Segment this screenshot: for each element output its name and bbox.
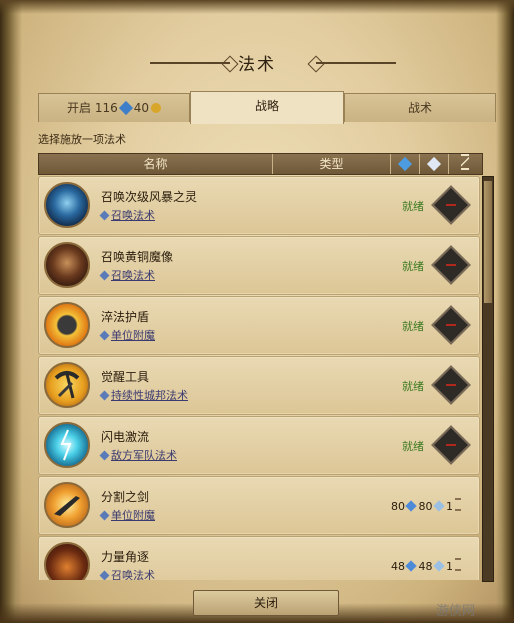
type-icon	[99, 270, 110, 281]
cast-x-icon	[443, 257, 459, 273]
close-button[interactable]: 关闭	[193, 590, 339, 616]
spell-row[interactable]: 觉醒工具 持续性城邦法术 就绪	[38, 356, 480, 415]
spell-name: 力量角逐	[101, 550, 150, 564]
dialog-header: 法术	[0, 40, 514, 84]
cast-x-icon	[443, 197, 459, 213]
list-scrollbar[interactable]	[482, 176, 494, 582]
spell-shield-icon	[44, 302, 90, 348]
type-icon	[99, 210, 110, 221]
watermark: 游侠网	[436, 604, 476, 619]
upkeep-icon	[432, 560, 445, 572]
spell-name: 分割之剑	[101, 490, 150, 504]
type-icon	[99, 570, 110, 580]
tab-open[interactable]: 开启 116 40	[38, 93, 190, 122]
spell-type-link[interactable]: 单位附魔	[99, 327, 155, 343]
spell-name: 觉醒工具	[101, 370, 150, 384]
header-upkeep[interactable]	[420, 154, 449, 174]
header-name[interactable]: 名称	[39, 154, 273, 174]
spell-row[interactable]: 召唤黄铜魔像 召唤法术 就绪	[38, 236, 480, 295]
cast-button[interactable]	[431, 245, 471, 285]
spell-name: 召唤次级风暴之灵	[101, 190, 198, 204]
title-flourish-right	[316, 62, 396, 64]
spell-cost: 80 80 1	[391, 498, 461, 513]
scroll-edge-top	[0, 0, 514, 14]
sword-icon	[44, 482, 90, 528]
hourglass-icon	[455, 498, 461, 511]
tab-open-label: 开启	[66, 101, 91, 115]
spell-status: 就绪	[402, 260, 424, 273]
spell-type-link[interactable]: 召唤法术	[99, 207, 155, 223]
spell-type-link[interactable]: 召唤法术	[99, 567, 155, 580]
spell-name: 召唤黄铜魔像	[101, 250, 174, 264]
mana-cost-icon	[397, 156, 413, 172]
tab-tactics[interactable]: 战术	[344, 93, 496, 122]
spell-row[interactable]: 力量角逐 召唤法术 48 48 1	[38, 536, 480, 580]
cast-button[interactable]	[431, 185, 471, 225]
mana-cost: 80	[391, 500, 405, 513]
spell-name: 淬法护盾	[101, 310, 150, 324]
upkeep-icon	[432, 500, 445, 512]
gold-icon	[151, 103, 162, 113]
spell-row[interactable]: 淬法护盾 单位附魔 就绪	[38, 296, 480, 355]
pickaxe-hammer-icon	[44, 362, 90, 408]
spell-status: 就绪	[402, 380, 424, 393]
spell-cost: 48 48 1	[391, 558, 461, 573]
cast-button[interactable]	[431, 305, 471, 345]
spell-type-link[interactable]: 敌方军队法术	[99, 447, 177, 463]
header-type[interactable]: 类型	[273, 154, 391, 174]
strength-icon	[44, 542, 90, 580]
upkeep-cost: 80	[418, 500, 433, 513]
upkeep-icon	[426, 156, 442, 172]
cast-x-icon	[443, 317, 459, 333]
spell-list: 召唤次级风暴之灵 召唤法术 就绪 召唤黄铜魔像 召唤法术 就绪 淬法护盾 单位附…	[38, 176, 481, 580]
mana-icon	[405, 560, 417, 572]
tab-open-mana: 116	[94, 101, 118, 115]
tab-open-gold: 40	[133, 101, 150, 115]
header-duration[interactable]	[449, 154, 481, 174]
cast-button[interactable]	[431, 425, 471, 465]
lightning-icon	[44, 422, 90, 468]
spell-type-link[interactable]: 单位附魔	[99, 507, 155, 523]
upkeep-cost: 48	[418, 560, 433, 573]
spell-type-link[interactable]: 召唤法术	[99, 267, 155, 283]
hourglass-icon	[455, 558, 461, 571]
spell-status: 就绪	[402, 320, 424, 333]
tab-bar: 开启 116 40 战略 战术	[38, 91, 496, 124]
type-icon	[99, 450, 110, 461]
table-header: 名称 类型	[38, 153, 483, 175]
spell-row[interactable]: 闪电激流 敌方军队法术 就绪	[38, 416, 480, 475]
spell-dialog: 法术 开启 116 40 战略 战术 选择施放一项法术 名称 类型 召唤次级风暴之…	[0, 0, 514, 623]
storm-spirit-icon	[44, 182, 90, 228]
cast-x-icon	[443, 377, 459, 393]
scrollbar-thumb[interactable]	[484, 181, 492, 303]
hourglass-icon	[461, 154, 469, 170]
header-mana-cost[interactable]	[391, 154, 420, 174]
cast-x-icon	[443, 437, 459, 453]
spell-name: 闪电激流	[101, 430, 150, 444]
scroll-edge-left	[0, 0, 22, 623]
spell-row[interactable]: 分割之剑 单位附魔 80 80 1	[38, 476, 480, 535]
type-icon	[99, 390, 110, 401]
dialog-title: 法术	[238, 55, 276, 75]
type-icon	[99, 330, 110, 341]
spell-row[interactable]: 召唤次级风暴之灵 召唤法术 就绪	[38, 176, 480, 235]
mana-icon	[118, 100, 133, 116]
type-icon	[99, 510, 110, 521]
mana-cost: 48	[391, 560, 405, 573]
mana-icon	[405, 500, 417, 512]
spell-status: 就绪	[402, 440, 424, 453]
brass-golem-icon	[44, 242, 90, 288]
duration: 1	[446, 500, 453, 513]
tab-strategy[interactable]: 战略	[190, 91, 344, 124]
scroll-edge-right	[496, 0, 514, 623]
duration: 1	[446, 560, 453, 573]
spell-status: 就绪	[402, 200, 424, 213]
instruction-text: 选择施放一项法术	[38, 133, 126, 146]
cast-button[interactable]	[431, 365, 471, 405]
spell-type-link[interactable]: 持续性城邦法术	[99, 387, 188, 403]
